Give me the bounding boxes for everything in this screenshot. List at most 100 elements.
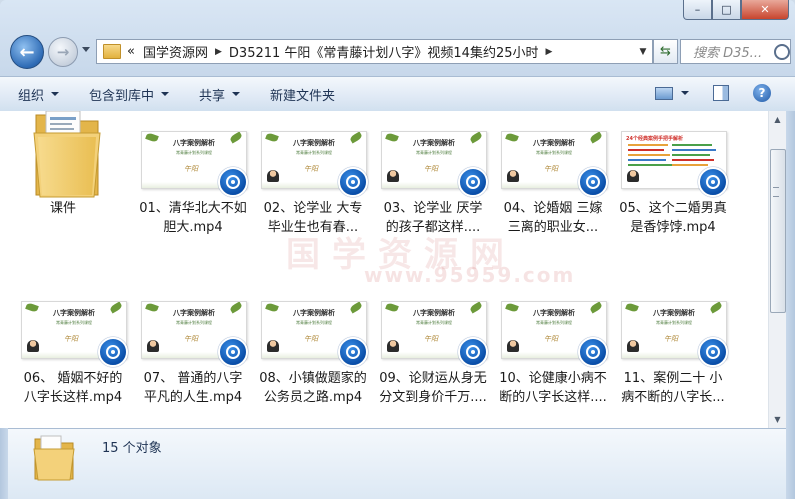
text-line — [628, 144, 668, 146]
thumbnail-subtitle: 常青藤计划系列课程 — [536, 150, 572, 155]
thumbnail-subtitle: 常青藤计划系列课程 — [416, 150, 452, 155]
item-label: 07、 普通的八字 平凡的人生.mp4 — [143, 371, 243, 405]
item-label: 11、案例二十 小病不断的八字长... — [621, 371, 725, 405]
text-line — [672, 154, 710, 156]
chevron-right-icon[interactable]: ▶ — [215, 47, 222, 57]
media-player-icon — [458, 337, 488, 367]
item-count: 15 个对象 — [102, 441, 162, 456]
thumbnail-signature: 午阳 — [664, 335, 678, 343]
text-line — [628, 149, 664, 151]
item-label: 08、小镇做题家的 公务员之路.mp4 — [259, 371, 367, 405]
text-line — [672, 164, 708, 166]
item-label: 02、论学业 大专 毕业生也有春... — [263, 201, 363, 235]
thumbnail-signature: 午阳 — [184, 335, 198, 343]
thumbnail-subtitle: 常青藤计划系列课程 — [296, 150, 332, 155]
window-controls: – □ ✕ — [683, 0, 789, 20]
media-player-icon — [698, 337, 728, 367]
forward-button[interactable]: → — [48, 37, 78, 67]
caret-down-icon[interactable] — [681, 91, 689, 95]
breadcrumb-item-root[interactable]: 国学资源网 — [143, 42, 208, 61]
media-player-icon — [218, 337, 248, 367]
list-item[interactable]: 八字案例解析 常青藤计划系列课程 午阳 07、 普通的八字 平凡的人生.mp4 — [128, 281, 248, 411]
details-pane: 15 个对象 — [8, 428, 786, 499]
thumbnail-title: 八字案例解析 — [413, 309, 455, 317]
thumbnail-title: 八字案例解析 — [173, 309, 215, 317]
new-folder-button[interactable]: 新建文件夹 — [270, 85, 335, 104]
scrollbar-grip — [773, 187, 779, 197]
refresh-icon: ⇆ — [660, 44, 671, 59]
search-placeholder: 搜索 D35... — [693, 46, 763, 61]
preview-pane-icon[interactable] — [713, 85, 729, 101]
folder-icon — [103, 44, 121, 59]
list-item[interactable]: 八字案例解析 常青藤计划系列课程 午阳 08、小镇做题家的 公务员之路.mp4 — [248, 281, 368, 411]
text-line — [672, 144, 712, 146]
scrollbar-thumb[interactable] — [770, 149, 786, 313]
media-player-icon — [98, 337, 128, 367]
search-input[interactable]: 搜索 D35... — [680, 39, 791, 64]
new-folder-label: 新建文件夹 — [270, 88, 336, 104]
item-label: 课件 — [49, 201, 76, 216]
thumbnail-subtitle: 常青藤计划系列课程 — [176, 150, 212, 155]
maximize-button[interactable]: □ — [712, 0, 741, 20]
list-item[interactable]: 八字案例解析 常青藤计划系列课程 午阳 01、清华北大不如 胆大.mp4 — [128, 111, 248, 241]
back-button[interactable]: ← — [10, 35, 44, 69]
list-item[interactable]: 八字案例解析 常青藤计划系列课程 午阳 11、案例二十 小病不断的八字长... — [608, 281, 728, 411]
list-item[interactable]: 八字案例解析 常青藤计划系列课程 午阳 06、 婚姻不好的 八字长这样.mp4 — [8, 281, 128, 411]
thumbnail-signature: 午阳 — [304, 165, 318, 173]
share-menu[interactable]: 共享 — [199, 85, 241, 104]
folder-icon — [33, 111, 101, 198]
item-label: 03、论学业 厌学 的孩子都这样.... — [383, 201, 483, 235]
explorer-window: – □ ✕ ← → « 国学资源网 ▶ D35211 午阳《常青藤计划八字》视频… — [0, 0, 795, 499]
view-controls: ? — [655, 84, 771, 102]
forward-arrow-icon: → — [56, 43, 70, 61]
address-dropdown-icon[interactable]: ▼ — [634, 47, 652, 57]
breadcrumb-item-current[interactable]: D35211 午阳《常青藤计划八字》视频14集约25小时 — [229, 42, 539, 61]
text-line — [672, 159, 714, 161]
presenter-avatar — [507, 170, 519, 182]
presenter-avatar — [267, 170, 279, 182]
list-item[interactable]: 八字案例解析 常青藤计划系列课程 午阳 02、论学业 大专 毕业生也有春... — [248, 111, 368, 241]
search-icon[interactable] — [774, 43, 790, 60]
chevron-right-icon[interactable]: ▶ — [546, 47, 553, 57]
recent-pages-dropdown-icon[interactable] — [82, 47, 90, 52]
item-label: 05、这个二婚男真 是香饽饽.mp4 — [619, 201, 727, 235]
file-list: 国学资源网 www.95959.com 课件 八字案例解析 常青藤计划系列课程 … — [0, 111, 768, 428]
scroll-down-icon[interactable]: ▼ — [769, 411, 786, 428]
list-item[interactable]: 八字案例解析 常青藤计划系列课程 午阳 10、论健康小病不 断的八字长这样.... — [488, 281, 608, 411]
thumbnail-title: 八字案例解析 — [413, 139, 455, 147]
breadcrumb-overflow[interactable]: « — [127, 44, 135, 59]
thumbnail-title: 八字案例解析 — [533, 309, 575, 317]
list-item[interactable]: 八字案例解析 常青藤计划系列课程 午阳 04、论婚姻 三嫁 三离的职业女... — [488, 111, 608, 241]
text-line — [628, 164, 672, 166]
caret-down-icon — [232, 92, 241, 96]
help-icon[interactable]: ? — [753, 84, 771, 102]
minimize-button[interactable]: – — [683, 0, 712, 20]
list-item[interactable]: 24个经典案例手把手解析 05、这个二婚男真 是香饽饽.mp4 — [608, 111, 728, 241]
list-item[interactable]: 八字案例解析 常青藤计划系列课程 午阳 09、论财运从身无 分文到身价千万.... — [368, 281, 488, 411]
refresh-button[interactable]: ⇆ — [653, 39, 678, 64]
include-in-library-menu[interactable]: 包含到库中 — [89, 85, 170, 104]
share-label: 共享 — [199, 88, 226, 104]
address-bar[interactable]: « 国学资源网 ▶ D35211 午阳《常青藤计划八字》视频14集约25小时 ▶… — [96, 39, 653, 64]
scroll-up-icon[interactable]: ▲ — [769, 111, 786, 128]
item-label: 06、 婚姻不好的 八字长这样.mp4 — [23, 371, 123, 405]
organize-menu[interactable]: 组织 — [18, 85, 60, 104]
view-options-icon[interactable] — [655, 86, 673, 100]
include-library-label: 包含到库中 — [89, 88, 155, 104]
navigation-bar: ← → « 国学资源网 ▶ D35211 午阳《常青藤计划八字》视频14集约25… — [0, 33, 795, 69]
breadcrumb: « 国学资源网 ▶ D35211 午阳《常青藤计划八字》视频14集约25小时 ▶ — [127, 42, 559, 61]
close-button[interactable]: ✕ — [741, 0, 789, 20]
list-item[interactable]: 课件 — [8, 111, 118, 231]
presenter-avatar — [267, 340, 279, 352]
thumbnail-title: 八字案例解析 — [533, 139, 575, 147]
thumbnail-title: 八字案例解析 — [293, 139, 335, 147]
thumbnail-subtitle: 常青藤计划系列课程 — [176, 320, 212, 325]
list-item[interactable]: 八字案例解析 常青藤计划系列课程 午阳 03、论学业 厌学 的孩子都这样.... — [368, 111, 488, 241]
presenter-avatar — [507, 340, 519, 352]
presenter-avatar — [627, 170, 639, 182]
vertical-scrollbar[interactable]: ▲ ▼ — [768, 111, 786, 428]
presenter-avatar — [147, 340, 159, 352]
caret-down-icon — [161, 92, 170, 96]
thumbnail-signature: 午阳 — [184, 165, 198, 173]
media-player-icon — [338, 337, 368, 367]
